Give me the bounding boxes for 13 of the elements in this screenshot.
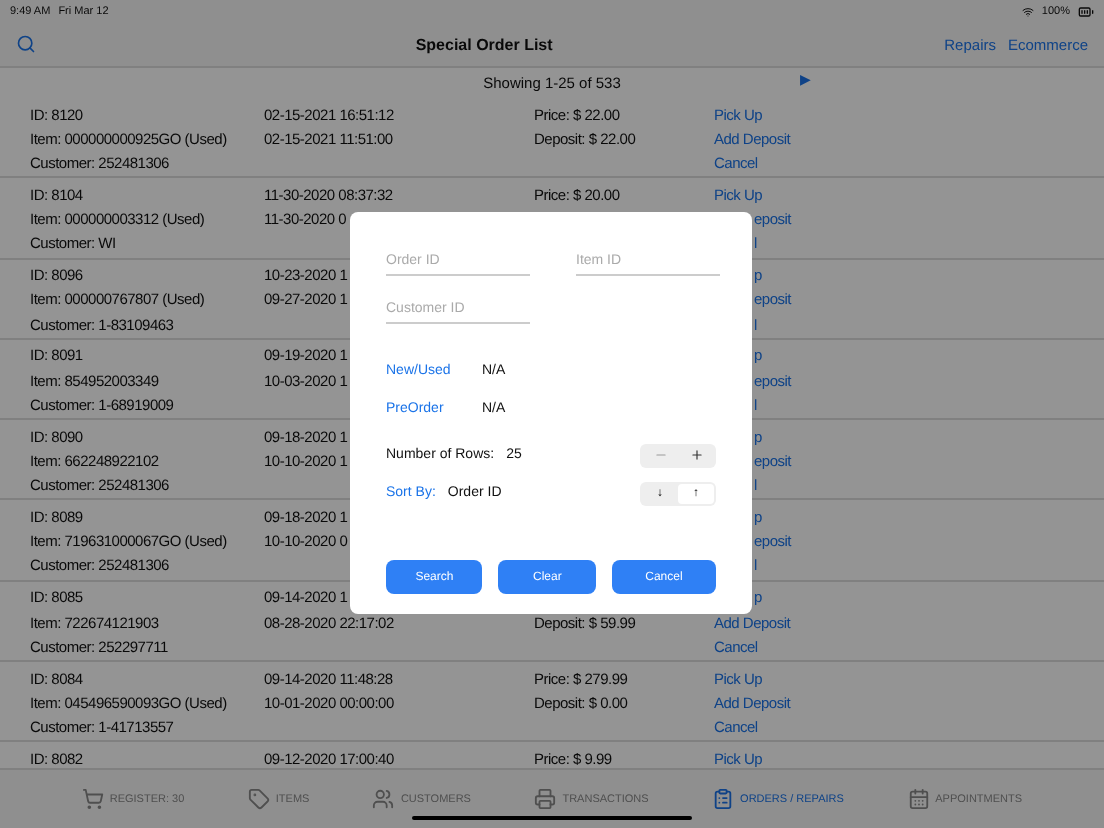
users-icon	[372, 788, 395, 810]
search-icon[interactable]	[16, 34, 36, 54]
battery-icon	[1078, 3, 1094, 19]
clipboard-icon	[712, 788, 735, 810]
rows-stepper[interactable]	[640, 443, 716, 467]
cart-icon	[81, 788, 104, 810]
wifi-icon	[1021, 5, 1034, 17]
calendar-icon	[907, 788, 930, 810]
page-title: Special Order List	[413, 35, 555, 53]
tag-icon	[247, 788, 270, 810]
plus-icon	[689, 448, 703, 462]
minus-icon	[653, 448, 667, 462]
printer-icon	[534, 788, 557, 810]
